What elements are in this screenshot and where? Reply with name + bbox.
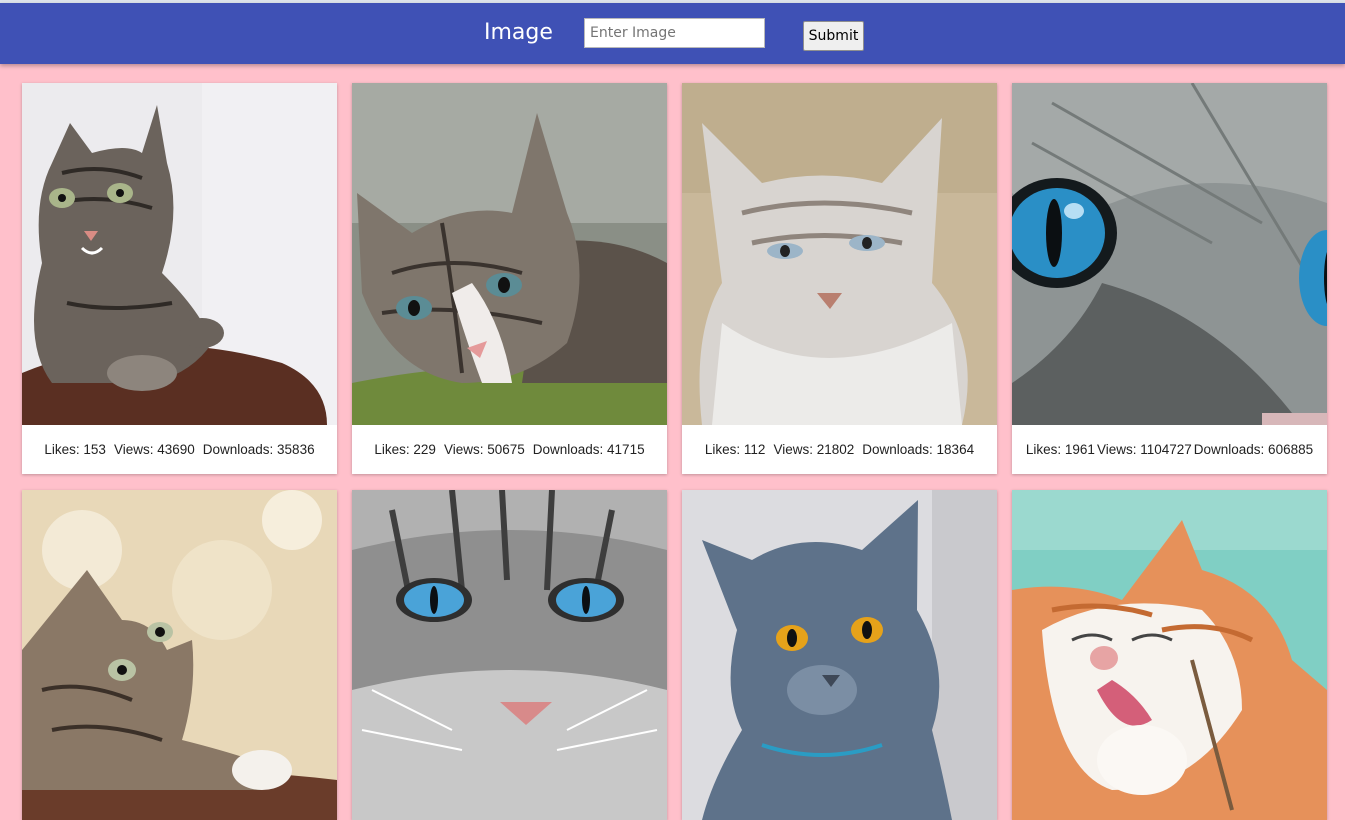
image-card: Likes: 229 Views: 50675 Downloads: 41715 [352,83,667,474]
views-count: Views: 1104727 [1096,442,1192,457]
cat-photo[interactable] [1012,83,1327,425]
image-card [682,490,997,820]
image-stats: Likes: 1961 Views: 1104727 Downloads: 60… [1012,425,1327,474]
cat-photo[interactable] [1012,490,1327,820]
image-card [22,490,337,820]
image-stats: Likes: 112 Views: 21802 Downloads: 18364 [682,425,997,474]
cat-photo[interactable] [682,490,997,820]
likes-count: Likes: 229 [374,442,436,457]
downloads-count: Downloads: 18364 [862,442,975,457]
image-card: Likes: 153 Views: 43690 Downloads: 35836 [22,83,337,474]
downloads-count: Downloads: 606885 [1193,442,1314,457]
downloads-count: Downloads: 41715 [532,442,645,457]
downloads-count: Downloads: 35836 [202,442,315,457]
image-grid: Likes: 153 Views: 43690 Downloads: 35836 [22,83,1327,820]
app-bar: Image Submit [0,3,1345,64]
cat-photo[interactable] [352,490,667,820]
app-title: Image [484,20,553,45]
image-search-input[interactable] [584,18,765,48]
image-card [1012,490,1327,820]
image-card: Likes: 112 Views: 21802 Downloads: 18364 [682,83,997,474]
cat-photo[interactable] [682,83,997,425]
cat-photo[interactable] [352,83,667,425]
submit-button[interactable]: Submit [803,21,864,51]
likes-count: Likes: 153 [44,442,106,457]
image-stats: Likes: 153 Views: 43690 Downloads: 35836 [22,425,337,474]
likes-count: Likes: 1961 [1025,442,1095,457]
likes-count: Likes: 112 [704,442,766,457]
cat-photo[interactable] [22,490,337,820]
views-count: Views: 50675 [443,442,525,457]
image-card: Likes: 1961 Views: 1104727 Downloads: 60… [1012,83,1327,474]
views-count: Views: 21802 [773,442,855,457]
image-stats: Likes: 229 Views: 50675 Downloads: 41715 [352,425,667,474]
views-count: Views: 43690 [113,442,195,457]
image-card [352,490,667,820]
cat-photo[interactable] [22,83,337,425]
